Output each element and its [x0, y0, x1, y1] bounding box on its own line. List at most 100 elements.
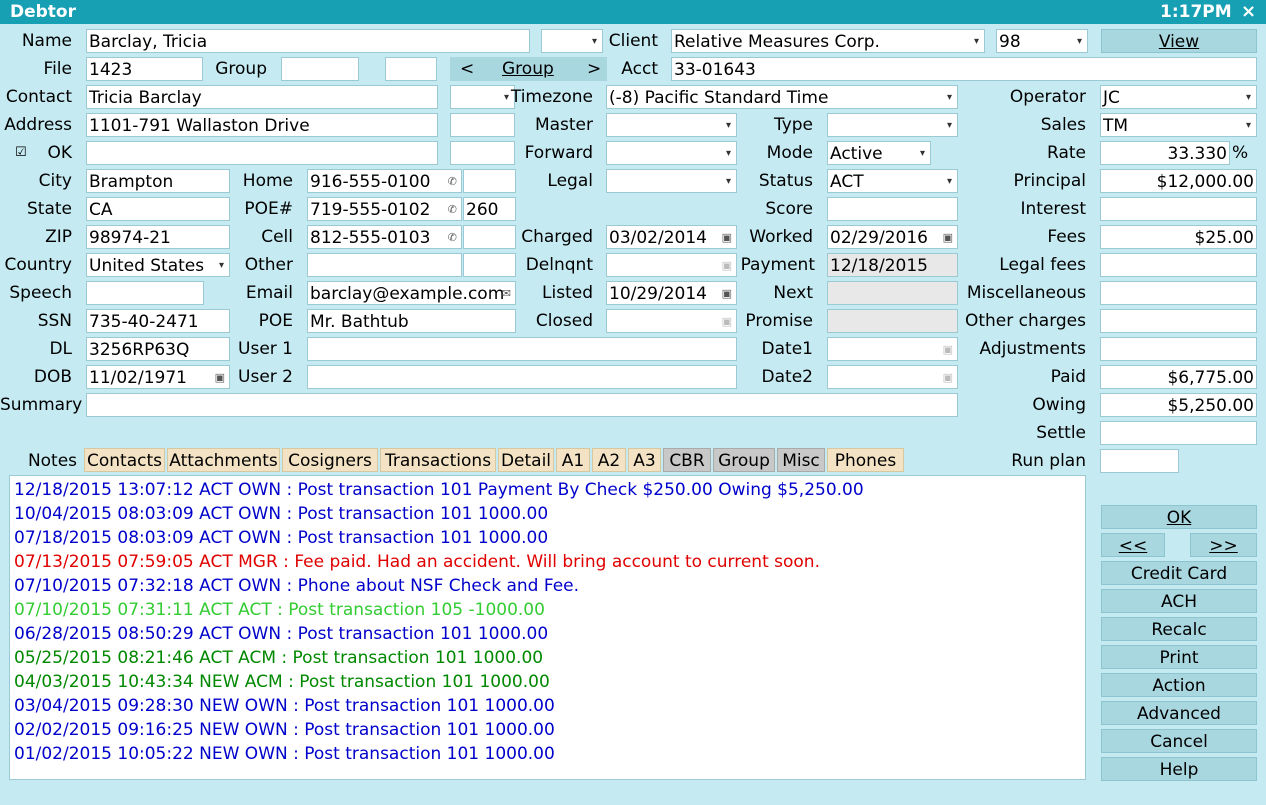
tab-a1[interactable]: A1	[556, 448, 590, 472]
miscellaneous-field[interactable]	[1100, 281, 1257, 305]
ach-button[interactable]: ACH	[1101, 589, 1257, 613]
recalc-button[interactable]: Recalc	[1101, 617, 1257, 641]
prev-record-button[interactable]: <<	[1101, 533, 1165, 557]
ok-button[interactable]: OK	[1101, 505, 1257, 529]
other-charges-field[interactable]	[1100, 309, 1257, 333]
owing-field[interactable]: $5,250.00	[1100, 393, 1257, 417]
view-button[interactable]: View	[1101, 29, 1257, 53]
tab-transactions[interactable]: Transactions	[380, 448, 496, 472]
close-icon[interactable]: ×	[1241, 1, 1256, 22]
note-row[interactable]: 02/02/2015 09:16:25 NEW OWN : Post trans…	[14, 718, 1081, 742]
master-select[interactable]: ▾	[606, 113, 737, 137]
help-button[interactable]: Help	[1101, 757, 1257, 781]
tab-phones[interactable]: Phones	[827, 448, 904, 472]
notes-list[interactable]: 12/18/2015 13:07:12 ACT OWN : Post trans…	[9, 475, 1086, 780]
mode-select[interactable]: Active ▾	[827, 141, 931, 165]
type-select[interactable]: ▾	[827, 113, 958, 137]
note-row[interactable]: 10/04/2015 08:03:09 ACT OWN : Post trans…	[14, 502, 1081, 526]
user1-field[interactable]	[307, 337, 737, 361]
tab-cbr[interactable]: CBR	[663, 448, 711, 472]
worked-date-field[interactable]: 02/29/2016 ▣	[827, 225, 958, 249]
date1-field[interactable]: ▣	[827, 337, 958, 361]
legal-fees-field[interactable]	[1100, 253, 1257, 277]
summary-field[interactable]	[86, 393, 958, 417]
calendar-icon[interactable]: ▣	[943, 366, 953, 388]
note-row[interactable]: 01/02/2015 10:05:22 NEW OWN : Post trans…	[14, 742, 1081, 766]
cell-phone-field[interactable]: 812-555-0103 ✆	[307, 225, 462, 249]
note-row[interactable]: 07/10/2015 07:31:11 ACT ACT : Post trans…	[14, 598, 1081, 622]
sales-select[interactable]: TM ▾	[1100, 113, 1257, 137]
calendar-icon[interactable]: ▣	[943, 338, 953, 360]
speech-field[interactable]	[86, 281, 204, 305]
note-row[interactable]: 07/13/2015 07:59:05 ACT MGR : Fee paid. …	[14, 550, 1081, 574]
country-select[interactable]: United States ▾	[86, 253, 230, 277]
paid-field[interactable]: $6,775.00	[1100, 365, 1257, 389]
settle-field[interactable]	[1100, 421, 1257, 445]
ok-checkbox[interactable]: ☑	[15, 146, 27, 160]
acct-field[interactable]: 33-01643	[671, 57, 1257, 81]
operator-select[interactable]: JC ▾	[1100, 85, 1257, 109]
ssn-field[interactable]: 735-40-2471	[86, 309, 230, 333]
tab-cosigners[interactable]: Cosigners	[282, 448, 378, 472]
home-phone-field[interactable]: 916-555-0100 ✆	[307, 169, 462, 193]
note-row[interactable]: 07/18/2015 08:03:09 ACT OWN : Post trans…	[14, 526, 1081, 550]
interest-field[interactable]	[1100, 197, 1257, 221]
tab-contacts[interactable]: Contacts	[84, 448, 165, 472]
dob-field[interactable]: 11/02/1971 ▣	[86, 365, 230, 389]
tab-a3[interactable]: A3	[628, 448, 661, 472]
note-row[interactable]: 12/18/2015 13:07:12 ACT OWN : Post trans…	[14, 478, 1081, 502]
phone-icon[interactable]: ✆	[448, 226, 457, 248]
email-field[interactable]: barclay@example.com ✉	[307, 281, 516, 305]
contact-field[interactable]: Tricia Barclay	[86, 85, 438, 109]
tab-group[interactable]: Group	[713, 448, 775, 472]
forward-select[interactable]: ▾	[606, 141, 737, 165]
status-select[interactable]: ACT ▾	[827, 169, 958, 193]
calendar-icon[interactable]: ▣	[943, 226, 953, 248]
zip-field[interactable]: 98974-21	[86, 225, 230, 249]
poe-field[interactable]: Mr. Bathtub	[307, 309, 516, 333]
phone-icon[interactable]: ✆	[448, 198, 457, 220]
legal-select[interactable]: ▾	[606, 169, 737, 193]
action-button[interactable]: Action	[1101, 673, 1257, 697]
run-plan-field[interactable]	[1100, 449, 1179, 473]
credit-card-button[interactable]: Credit Card	[1101, 561, 1257, 585]
dl-field[interactable]: 3256RP63Q	[86, 337, 230, 361]
note-row[interactable]: 07/10/2015 07:32:18 ACT OWN : Phone abou…	[14, 574, 1081, 598]
calendar-icon[interactable]: ▣	[722, 226, 732, 248]
other-phone-field[interactable]	[307, 253, 462, 277]
note-row[interactable]: 05/25/2015 08:21:46 ACT ACM : Post trans…	[14, 646, 1081, 670]
group-prev-button[interactable]: <	[460, 57, 474, 81]
client-number-select[interactable]: 98 ▾	[996, 29, 1088, 53]
rate-field[interactable]: 33.330	[1100, 141, 1230, 165]
tab-attachments[interactable]: Attachments	[167, 448, 280, 472]
fees-field[interactable]: $25.00	[1100, 225, 1257, 249]
address2-field[interactable]	[86, 141, 438, 165]
user2-field[interactable]	[307, 365, 737, 389]
charged-date-field[interactable]: 03/02/2014 ▣	[606, 225, 737, 249]
group-code-field[interactable]	[385, 57, 437, 81]
date2-field[interactable]: ▣	[827, 365, 958, 389]
group-field[interactable]	[281, 57, 359, 81]
closed-date-field[interactable]: ▣	[606, 309, 737, 333]
listed-date-field[interactable]: 10/29/2014 ▣	[606, 281, 737, 305]
phone-icon[interactable]: ✆	[448, 170, 457, 192]
timezone-select[interactable]: (-8) Pacific Standard Time ▾	[606, 85, 958, 109]
name-suffix-select[interactable]: ▾	[541, 29, 603, 53]
tab-a2[interactable]: A2	[592, 448, 626, 472]
note-row[interactable]: 06/28/2015 08:50:29 ACT OWN : Post trans…	[14, 622, 1081, 646]
score-field[interactable]	[827, 197, 958, 221]
client-select[interactable]: Relative Measures Corp. ▾	[671, 29, 985, 53]
calendar-icon[interactable]: ▣	[722, 282, 732, 304]
note-row[interactable]: 03/04/2015 09:28:30 NEW OWN : Post trans…	[14, 694, 1081, 718]
poe-ext-field[interactable]: 260	[463, 197, 516, 221]
group-button[interactable]: Group	[502, 57, 554, 81]
state-field[interactable]: CA	[86, 197, 230, 221]
address-field[interactable]: 1101-791 Wallaston Drive	[86, 113, 438, 137]
principal-field[interactable]: $12,000.00	[1100, 169, 1257, 193]
name-field[interactable]: Barclay, Tricia	[86, 29, 530, 53]
group-next-button[interactable]: >	[587, 57, 601, 81]
tab-notes[interactable]: Notes	[23, 448, 82, 472]
calendar-icon[interactable]: ▣	[722, 310, 732, 332]
print-button[interactable]: Print	[1101, 645, 1257, 669]
delnqnt-date-field[interactable]: ▣	[606, 253, 737, 277]
